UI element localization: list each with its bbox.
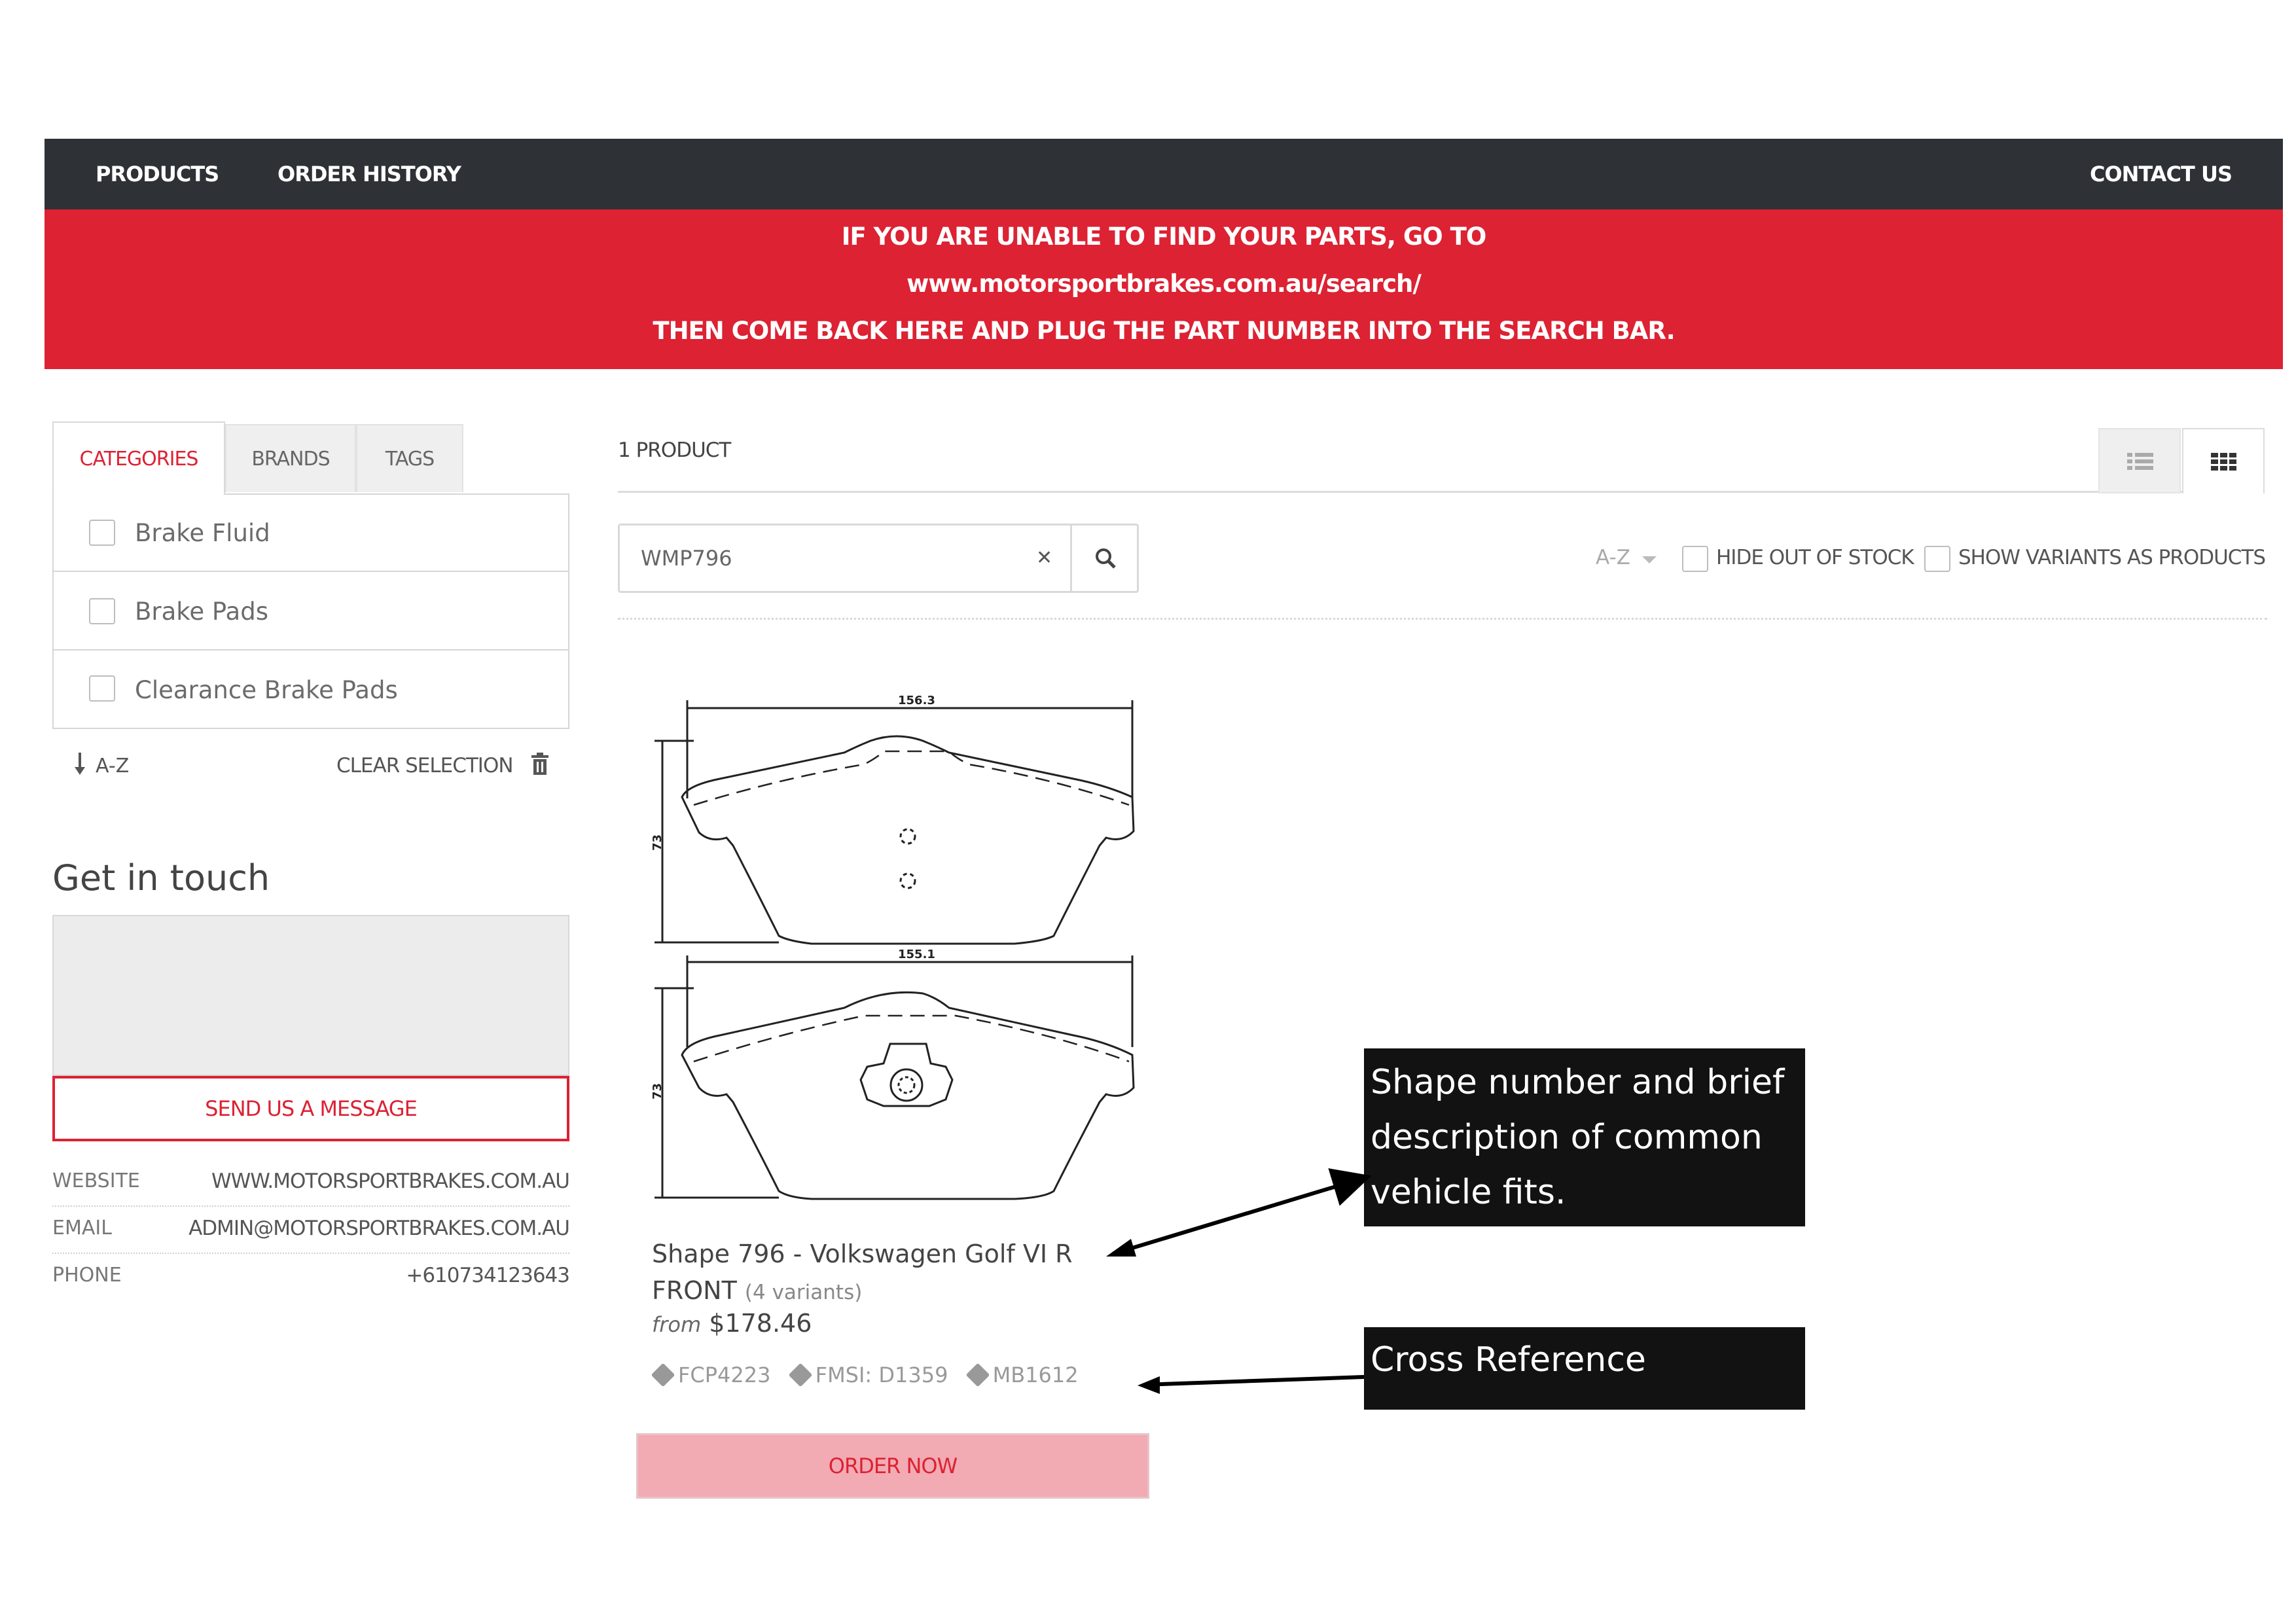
tag-icon — [788, 1363, 813, 1387]
hide-out-of-stock-label[interactable]: HIDE OUT OF STOCK — [1716, 546, 1914, 569]
category-checkbox[interactable] — [89, 598, 115, 624]
list-view-button[interactable] — [2098, 428, 2181, 493]
contact-key: PHONE — [52, 1264, 122, 1287]
contact-key: WEBSITE — [52, 1169, 140, 1192]
contact-email-row: EMAIL ADMIN@MOTORSPORTBRAKES.COM.AU — [52, 1207, 570, 1254]
tab-brands[interactable]: BRANDS — [225, 424, 356, 492]
arrowhead-tags — [1138, 1376, 1160, 1394]
banner-link[interactable]: www.motorsportbrakes.com.au/search/ — [45, 270, 2283, 298]
tag-label: FCP4223 — [678, 1363, 771, 1387]
contact-phone-link[interactable]: +610734123643 — [406, 1254, 570, 1297]
dimension-bottom-height: 73 — [651, 1083, 664, 1099]
tag-icon — [651, 1363, 675, 1387]
sort-az-label: A-Z — [96, 755, 130, 777]
category-label: Brake Pads — [135, 597, 268, 626]
divider — [618, 491, 2182, 493]
clear-selection-label: CLEAR SELECTION — [336, 754, 514, 777]
contact-phone-row: PHONE +610734123643 — [52, 1254, 570, 1301]
sort-dropdown[interactable]: A-Z — [1596, 546, 1657, 569]
close-icon[interactable]: ✕ — [1036, 526, 1052, 591]
top-nav-bar: PRODUCTS ORDER HISTORY CONTACT US — [45, 139, 2283, 209]
category-item-clearance-brake-pads[interactable]: Clearance Brake Pads — [54, 652, 568, 729]
product-variants-count: (4 variants) — [744, 1281, 863, 1304]
category-label: Brake Fluid — [135, 519, 270, 547]
grid-view-icon — [2211, 453, 2236, 471]
notice-banner: IF YOU ARE UNABLE TO FIND YOUR PARTS, GO… — [45, 209, 2283, 369]
price-prefix: from — [652, 1312, 702, 1337]
arrow-to-tags — [1143, 1375, 1365, 1387]
price-value: $178.46 — [709, 1309, 812, 1338]
list-view-icon — [2127, 453, 2153, 470]
arrow-down-icon — [75, 753, 85, 775]
product-image[interactable]: 156.3 155.1 73 73 — [648, 681, 1152, 1230]
annotation-cross-reference: Cross Reference numbers — [1364, 1327, 1805, 1445]
tag-item[interactable]: FCP4223 — [651, 1363, 771, 1387]
tag-icon — [965, 1363, 990, 1387]
clear-selection-button[interactable]: CLEAR SELECTION — [336, 753, 550, 777]
contact-key: EMAIL — [52, 1217, 112, 1240]
annotation-shape-description: Shape number and brief description of co… — [1364, 1048, 1805, 1226]
trash-icon — [531, 753, 549, 775]
divider — [618, 618, 2267, 620]
product-count: 1 PRODUCT — [618, 438, 731, 462]
search-divider — [1070, 526, 1072, 591]
order-now-button[interactable]: ORDER NOW — [636, 1433, 1149, 1499]
dimension-top-width: 156.3 — [898, 694, 935, 707]
nav-products[interactable]: PRODUCTS — [96, 139, 219, 209]
category-checkbox[interactable] — [89, 675, 115, 702]
cross-reference-tags: FCP4223 FMSI: D1359 MB1612 — [651, 1363, 1093, 1387]
tag-item[interactable]: FMSI: D1359 — [788, 1363, 948, 1387]
tag-label: MB1612 — [992, 1363, 1079, 1387]
tab-tags[interactable]: TAGS — [356, 424, 463, 492]
sort-az-toggle[interactable]: A-Z — [73, 753, 129, 777]
search-input[interactable]: WMP796 — [641, 526, 732, 591]
category-checkbox[interactable] — [89, 520, 115, 546]
dimension-bottom-width: 155.1 — [898, 948, 935, 961]
product-price: from $178.46 — [652, 1309, 812, 1338]
sort-dropdown-value: A-Z — [1596, 546, 1630, 569]
contact-website-row: WEBSITE WWW.MOTORSPORTBRAKES.COM.AU — [52, 1160, 570, 1207]
show-variants-label[interactable]: SHOW VARIANTS AS PRODUCTS — [1958, 546, 2266, 569]
banner-line-3: THEN COME BACK HERE AND PLUG THE PART NU… — [653, 317, 1675, 345]
tag-label: FMSI: D1359 — [815, 1363, 948, 1387]
tab-categories[interactable]: CATEGORIES — [52, 421, 225, 495]
contact-website-link[interactable]: WWW.MOTORSPORTBRAKES.COM.AU — [211, 1160, 570, 1203]
search-icon — [1096, 548, 1116, 569]
show-variants-checkbox[interactable] — [1924, 546, 1950, 572]
tag-item[interactable]: MB1612 — [965, 1363, 1079, 1387]
message-textarea[interactable] — [52, 915, 569, 1076]
hide-out-of-stock-checkbox[interactable] — [1682, 546, 1708, 572]
search-bar: WMP796 ✕ — [618, 524, 1139, 593]
category-item-brake-pads[interactable]: Brake Pads — [54, 573, 568, 651]
banner-line-1: IF YOU ARE UNABLE TO FIND YOUR PARTS, GO… — [841, 223, 1487, 251]
chevron-down-icon — [1641, 556, 1657, 563]
nav-order-history[interactable]: ORDER HISTORY — [278, 139, 461, 209]
get-in-touch-heading: Get in touch — [52, 857, 270, 899]
product-title[interactable]: Shape 796 - Volkswagen Golf VI R FRONT (… — [652, 1236, 1149, 1311]
send-message-button[interactable]: SEND US A MESSAGE — [52, 1076, 569, 1141]
category-label: Clearance Brake Pads — [135, 676, 398, 704]
category-list: Brake Fluid Brake Pads Clearance Brake P… — [52, 493, 569, 729]
nav-contact-us[interactable]: CONTACT US — [2090, 139, 2233, 209]
category-item-brake-fluid[interactable]: Brake Fluid — [54, 495, 568, 572]
search-button[interactable] — [1073, 526, 1138, 591]
grid-view-button[interactable] — [2182, 428, 2265, 493]
contact-email-link[interactable]: ADMIN@MOTORSPORTBRAKES.COM.AU — [188, 1207, 570, 1250]
dimension-top-height: 73 — [651, 834, 664, 851]
